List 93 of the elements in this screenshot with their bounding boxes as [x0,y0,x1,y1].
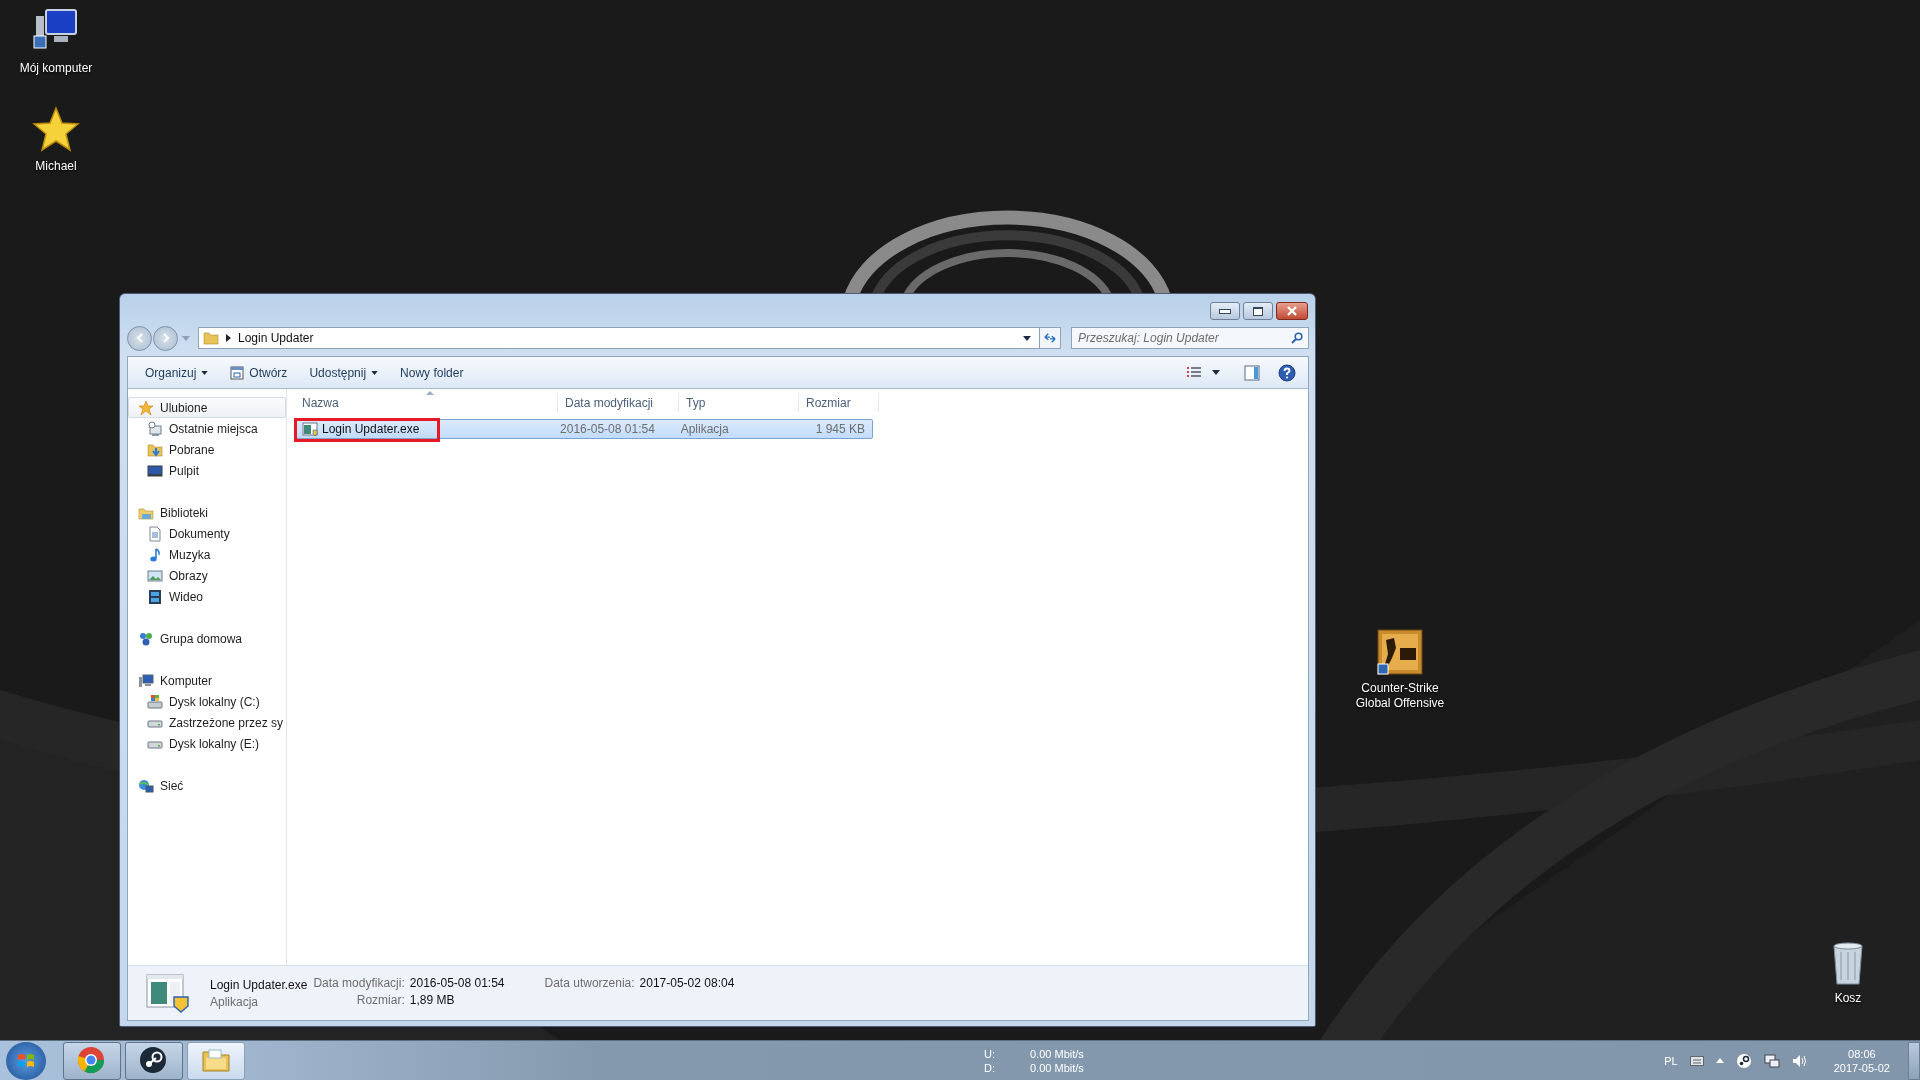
navigation-item[interactable]: Muzyka [128,544,286,565]
file-row[interactable]: Login Updater.exe 2016-05-08 01:54 Aplikacja 1 945 KB [295,419,873,439]
navigation-item[interactable]: Sieć [128,775,286,796]
monitor-icon [147,462,163,479]
star-icon[interactable] [32,106,80,154]
globe-monitor-icon [138,777,154,794]
property-label: Data utworzenia: [544,976,635,990]
table-cell-text: 1 945 KB [814,422,866,436]
music-note-icon [147,546,163,563]
preview-pane-icon[interactable] [1244,364,1260,381]
navigation-item[interactable]: Komputer [128,670,286,691]
game-icon[interactable] [1376,628,1424,676]
desktop-icon-label[interactable]: Michael [35,159,77,174]
image-icon [147,567,163,584]
close-icon [1286,306,1298,316]
taskbar-app-button[interactable] [125,1041,183,1080]
meter-value: 0.00 Mbit/s [1030,1061,1084,1074]
navigation-item[interactable]: Ostatnie miejsca [128,418,286,439]
navigation-item[interactable]: Dokumenty [128,523,286,544]
navigation-item[interactable]: Dysk lokalny (E:) [128,733,286,754]
meter-label: U: [984,1047,996,1060]
window-app-icon [230,365,245,380]
navigation-item[interactable]: Wideo [128,586,286,607]
application-icon [302,421,318,437]
show-hidden-icons-icon[interactable] [1715,1058,1724,1063]
keyboard-icon[interactable] [1689,1055,1704,1066]
menu-button[interactable]: Udostępnij [298,360,390,385]
menu-button[interactable]: Organizuj [134,360,220,385]
application-icon [146,973,190,1013]
navigation-item[interactable]: Zastrzeżone przez sy [128,712,286,733]
column-header[interactable]: Rozmiar [799,393,879,412]
search-icon[interactable] [1291,332,1303,344]
sort-arrow-icon [426,391,434,395]
address-bar[interactable]: Login Updater [198,327,1040,349]
clock-time: 08:06 [1848,1047,1876,1060]
desktop-icon-label[interactable]: Kosz [1834,991,1862,1006]
navigation-item[interactable]: Dysk lokalny (C:) [128,691,286,712]
help-icon[interactable] [1278,363,1296,382]
computer-icon [138,672,154,689]
back-button[interactable] [127,325,152,351]
breadcrumb[interactable]: Login Updater [238,331,314,345]
steam-like-icon [139,1045,169,1076]
clock-monitor-icon [147,420,163,437]
chrome-like-icon [77,1045,107,1076]
meter-label: D: [984,1061,996,1074]
navigation-item[interactable]: Pulpit [128,460,286,481]
property-value: 2016-05-08 01:54 [409,976,505,990]
drive-icon [147,693,163,710]
column-header[interactable]: Data modyfikacji [558,393,679,412]
download-folder-icon [147,441,163,458]
table-cell-text: 2016-05-08 01:54 [559,422,656,436]
navigation-item[interactable]: Pobrane [128,439,286,460]
close-button[interactable] [1276,302,1308,320]
property-label: Data modyfikacji: [313,976,405,990]
folder-icon [203,330,219,346]
toolbar-button[interactable]: Nowy folder [389,360,475,385]
desktop-icon-label[interactable]: Counter-Strike Global Offensive [1345,681,1455,711]
navigation-item[interactable]: Ulubione [128,397,286,418]
file-type: Aplikacja [210,994,260,1009]
start-button[interactable] [6,1041,46,1080]
minimize-button[interactable] [1210,302,1240,320]
homegroup-icon [138,630,154,647]
caret-icon [371,370,379,375]
breadcrumb-arrow-icon[interactable] [226,334,231,342]
meter-value: 0.00 Mbit/s [1030,1047,1084,1060]
steam-like-icon[interactable] [1735,1052,1752,1069]
maximize-button[interactable] [1243,302,1273,320]
caret-icon [201,370,209,375]
file-name: Login Updater.exe [322,422,420,436]
search-field[interactable]: Przeszukaj: Login Updater [1071,327,1309,349]
property-value: 1,89 MB [409,993,456,1007]
column-header[interactable]: Typ [679,393,799,412]
network-icon[interactable] [1763,1052,1780,1069]
clock-date: 2017-05-02 [1833,1061,1890,1074]
toolbar-button[interactable]: Otwórz [219,360,299,385]
column-header[interactable]: Nazwa [295,393,558,412]
table-cell-text: Aplikacja [679,422,730,436]
view-options-icon[interactable] [1186,366,1202,379]
file-name: Login Updater.exe [210,977,308,992]
refresh-arrows-icon [1043,332,1057,344]
star-icon [138,399,154,416]
forward-button[interactable] [153,325,178,351]
property-value: 2017-05-02 08:04 [639,976,735,990]
property-label: Rozmiar: [355,993,405,1007]
refresh-button[interactable] [1039,327,1061,349]
navigation-item[interactable]: Biblioteki [128,502,286,523]
navigation-item[interactable]: Obrazy [128,565,286,586]
film-icon [147,588,163,605]
document-icon [147,525,163,542]
navigation-item[interactable]: Grupa domowa [128,628,286,649]
desktop-icon-label[interactable]: Mój komputer [19,61,93,76]
dropdown-caret-icon[interactable] [1212,370,1220,375]
dropdown-caret-icon[interactable] [1023,335,1031,341]
